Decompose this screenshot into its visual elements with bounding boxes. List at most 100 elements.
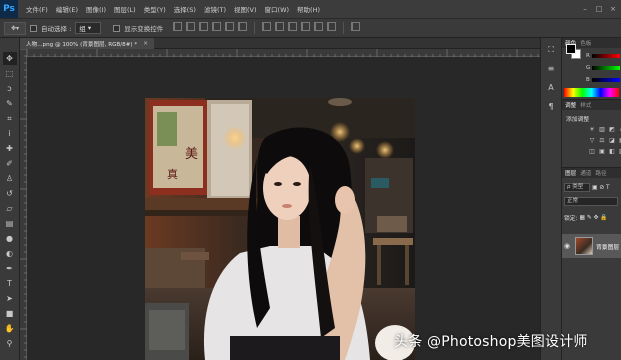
document-tab[interactable]: 人物...png @ 100% (背景图层, RGB/8#) * × [20,38,155,49]
shape-tool-icon[interactable]: ■ [3,307,17,320]
layer-kind-filter[interactable]: ρ 类型 [564,183,590,192]
channel-r-slider[interactable] [591,54,620,58]
align-right-icon[interactable] [238,22,248,31]
properties-panel-icon[interactable]: ≡ [545,63,557,74]
minimize-icon[interactable]: – [581,5,589,13]
adjustment-icon[interactable]: ☀ [588,126,596,134]
history-brush-icon[interactable]: ↺ [3,187,17,200]
paragraph-panel-icon[interactable]: ¶ [545,101,557,112]
adjustment-icon[interactable]: ◪ [608,137,616,145]
horizontal-ruler[interactable] [26,49,540,57]
auto-select-checkbox[interactable] [30,24,37,32]
tab-channels[interactable]: 通道 [580,169,591,177]
gradient-tool-icon[interactable]: ▤ [3,217,17,230]
lasso-tool-icon[interactable]: ↄ [3,82,17,95]
layers-panel: 图层 通道 路径 ρ 类型 ▣ ⊘ T 正常 锁定: ▦ ✎ ✥ 🔒 ◉ 背景图… [562,168,621,318]
crop-tool-icon[interactable]: ⌗ [3,112,17,125]
menu-image[interactable]: 图像(I) [82,4,110,14]
add-adjustment-label: 添加调整 [566,117,590,123]
eraser-tool-icon[interactable]: ▱ [3,202,17,215]
adjustment-icon[interactable]: ▣ [598,148,606,156]
channel-r-row: R [586,52,620,60]
tab-swatches[interactable]: 色板 [580,39,591,47]
menu-help[interactable]: 帮助(H) [293,4,324,14]
adjustment-icon[interactable]: ◩ [608,126,616,134]
distribute-top-icon[interactable] [262,22,272,31]
blend-mode-dropdown[interactable]: 正常 [564,197,618,206]
adjustment-icon[interactable]: ⚖ [598,137,606,145]
type-tool-icon[interactable]: T [3,277,17,290]
adjustments-panel: 调整 样式 添加调整 ☀▥◩▱▽⚖◪▦◫▣◧▨ [562,100,621,168]
channel-b-label: B [586,77,590,83]
channel-b-row: B [586,76,620,84]
channel-g-label: G [586,65,591,71]
distribute-hcenter-icon[interactable] [314,22,324,31]
tab-styles[interactable]: 样式 [580,101,591,109]
zoom-tool-icon[interactable]: ⚲ [3,337,17,350]
show-transform-checkbox[interactable] [113,24,121,32]
adjustment-icon[interactable]: ◫ [588,148,596,156]
layer-name: 背景图层 [596,244,620,251]
menu-layer[interactable]: 图层(L) [110,4,140,14]
adjustment-icon[interactable]: ▥ [598,126,606,134]
align-vcenter-icon[interactable] [186,22,196,31]
close-tab-icon[interactable]: × [143,40,148,47]
visibility-eye-icon[interactable]: ◉ [564,242,572,250]
tab-layers[interactable]: 图层 [565,169,576,177]
tab-adjustments[interactable]: 调整 [565,101,576,109]
options-bar: ✥▾ 自动选择 : 组 ▾ 显示变换控件 [0,18,621,38]
menu-file[interactable]: 文件(F) [22,4,52,14]
canvas-area[interactable]: 美 真 [27,57,540,360]
tab-paths[interactable]: 路径 [595,169,606,177]
lock-icons[interactable]: ▦ ✎ ✥ 🔒 [580,215,608,221]
maximize-icon[interactable]: □ [595,5,603,13]
auto-select-dropdown[interactable]: 组 ▾ [75,22,102,34]
quick-select-tool-icon[interactable]: ✎ [3,97,17,110]
document-tab-bar: 人物...png @ 100% (背景图层, RGB/8#) * × [20,38,540,49]
adjustment-icon[interactable]: ▽ [588,137,596,145]
align-left-icon[interactable] [212,22,222,31]
menu-edit[interactable]: 编辑(E) [52,4,82,14]
document-image[interactable]: 美 真 [145,98,415,360]
tool-preset-picker[interactable]: ✥▾ [4,21,26,35]
close-icon[interactable]: × [609,5,617,13]
menu-window[interactable]: 窗口(W) [261,4,294,14]
clone-stamp-icon[interactable]: ♙ [3,172,17,185]
separator [254,22,256,34]
channel-g-slider[interactable] [592,66,620,70]
menu-filter[interactable]: 滤镜(T) [200,4,230,14]
window-controls: – □ × [581,5,621,13]
dodge-tool-icon[interactable]: ◐ [3,247,17,260]
history-panel-icon[interactable]: ⛶ [545,44,557,55]
layer-row[interactable]: ◉ 背景图层 [562,234,621,258]
distribute-left-icon[interactable] [301,22,311,31]
brush-tool-icon[interactable]: ✐ [3,157,17,170]
foreground-color-swatch[interactable] [566,44,576,54]
align-top-icon[interactable] [173,22,183,31]
filter-icons[interactable]: ▣ ⊘ T [592,185,610,191]
distribute-bottom-icon[interactable] [288,22,298,31]
menu-type[interactable]: 类型(Y) [140,4,170,14]
move-tool-icon[interactable]: ✥ [2,52,17,65]
eyedropper-tool-icon[interactable]: ⅰ [3,127,17,140]
auto-align-icon[interactable] [351,22,361,31]
marquee-tool-icon[interactable]: ⬚ [3,67,17,80]
path-select-icon[interactable]: ➤ [3,292,17,305]
layer-filter-row: ρ 类型 ▣ ⊘ T [564,182,610,193]
channel-b-slider[interactable] [591,78,620,82]
align-bottom-icon[interactable] [199,22,209,31]
pen-tool-icon[interactable]: ✒ [3,262,17,275]
distribute-right-icon[interactable] [327,22,337,31]
hand-tool-icon[interactable]: ✋ [3,322,17,335]
color-spectrum[interactable] [564,88,619,97]
character-panel-icon[interactable]: A [545,82,557,93]
blur-tool-icon[interactable]: ● [3,232,17,245]
channel-g-row: G [586,64,620,72]
distribute-vcenter-icon[interactable] [275,22,285,31]
vertical-ruler[interactable] [20,48,27,360]
align-hcenter-icon[interactable] [225,22,235,31]
menu-select[interactable]: 选择(S) [170,4,200,14]
menu-view[interactable]: 视图(V) [230,4,261,14]
healing-brush-icon[interactable]: ✚ [3,142,17,155]
adjustment-icon[interactable]: ◧ [608,148,616,156]
